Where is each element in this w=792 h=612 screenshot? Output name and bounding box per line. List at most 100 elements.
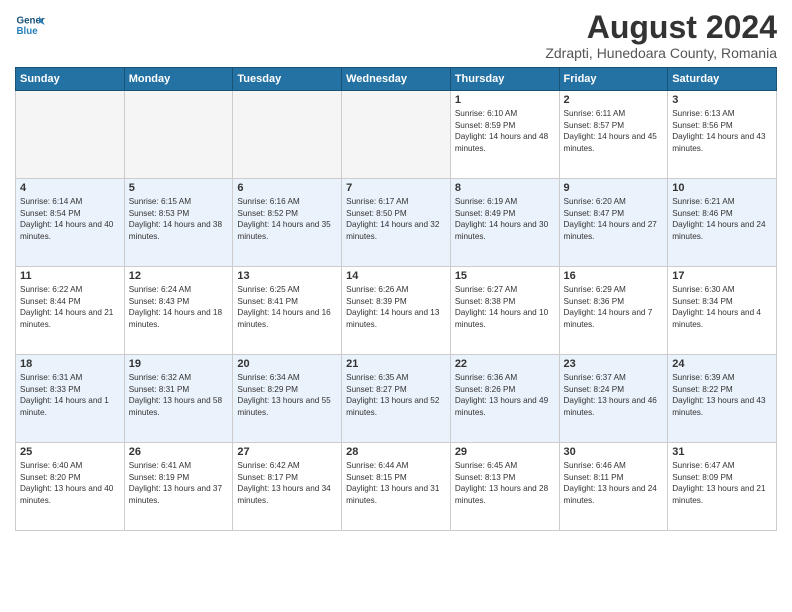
calendar-cell: 30 Sunrise: 6:46 AMSunset: 8:11 PMDaylig…	[559, 443, 668, 531]
day-number: 24	[672, 358, 772, 370]
calendar-cell	[124, 91, 233, 179]
calendar-cell: 18 Sunrise: 6:31 AMSunset: 8:33 PMDaylig…	[16, 355, 125, 443]
calendar-cell: 16 Sunrise: 6:29 AMSunset: 8:36 PMDaylig…	[559, 267, 668, 355]
day-info: Sunrise: 6:46 AMSunset: 8:11 PMDaylight:…	[564, 461, 657, 504]
calendar-cell: 26 Sunrise: 6:41 AMSunset: 8:19 PMDaylig…	[124, 443, 233, 531]
day-number: 21	[346, 358, 446, 370]
page-container: General Blue August 2024 Zdrapti, Hunedo…	[0, 0, 792, 612]
day-info: Sunrise: 6:45 AMSunset: 8:13 PMDaylight:…	[455, 461, 548, 504]
day-number: 14	[346, 270, 446, 282]
day-info: Sunrise: 6:27 AMSunset: 8:38 PMDaylight:…	[455, 285, 548, 328]
calendar-cell: 24 Sunrise: 6:39 AMSunset: 8:22 PMDaylig…	[668, 355, 777, 443]
calendar-week-row: 11 Sunrise: 6:22 AMSunset: 8:44 PMDaylig…	[16, 267, 777, 355]
day-info: Sunrise: 6:47 AMSunset: 8:09 PMDaylight:…	[672, 461, 765, 504]
calendar-cell: 9 Sunrise: 6:20 AMSunset: 8:47 PMDayligh…	[559, 179, 668, 267]
day-info: Sunrise: 6:41 AMSunset: 8:19 PMDaylight:…	[129, 461, 222, 504]
day-number: 12	[129, 270, 229, 282]
calendar-cell: 6 Sunrise: 6:16 AMSunset: 8:52 PMDayligh…	[233, 179, 342, 267]
day-info: Sunrise: 6:13 AMSunset: 8:56 PMDaylight:…	[672, 109, 765, 152]
calendar-cell	[16, 91, 125, 179]
calendar-cell: 10 Sunrise: 6:21 AMSunset: 8:46 PMDaylig…	[668, 179, 777, 267]
day-info: Sunrise: 6:16 AMSunset: 8:52 PMDaylight:…	[237, 197, 330, 240]
day-info: Sunrise: 6:37 AMSunset: 8:24 PMDaylight:…	[564, 373, 657, 416]
day-info: Sunrise: 6:26 AMSunset: 8:39 PMDaylight:…	[346, 285, 439, 328]
day-number: 11	[20, 270, 120, 282]
day-number: 25	[20, 446, 120, 458]
calendar-cell: 19 Sunrise: 6:32 AMSunset: 8:31 PMDaylig…	[124, 355, 233, 443]
day-number: 10	[672, 182, 772, 194]
day-number: 23	[564, 358, 664, 370]
calendar-cell: 20 Sunrise: 6:34 AMSunset: 8:29 PMDaylig…	[233, 355, 342, 443]
day-number: 13	[237, 270, 337, 282]
day-number: 7	[346, 182, 446, 194]
day-info: Sunrise: 6:17 AMSunset: 8:50 PMDaylight:…	[346, 197, 439, 240]
calendar-cell: 28 Sunrise: 6:44 AMSunset: 8:15 PMDaylig…	[342, 443, 451, 531]
calendar-cell: 31 Sunrise: 6:47 AMSunset: 8:09 PMDaylig…	[668, 443, 777, 531]
title-block: August 2024 Zdrapti, Hunedoara County, R…	[545, 10, 777, 61]
day-number: 17	[672, 270, 772, 282]
calendar-cell: 12 Sunrise: 6:24 AMSunset: 8:43 PMDaylig…	[124, 267, 233, 355]
calendar-cell: 15 Sunrise: 6:27 AMSunset: 8:38 PMDaylig…	[450, 267, 559, 355]
day-info: Sunrise: 6:40 AMSunset: 8:20 PMDaylight:…	[20, 461, 113, 504]
day-number: 16	[564, 270, 664, 282]
col-header-wednesday: Wednesday	[342, 68, 451, 91]
calendar-cell: 4 Sunrise: 6:14 AMSunset: 8:54 PMDayligh…	[16, 179, 125, 267]
day-number: 22	[455, 358, 555, 370]
day-info: Sunrise: 6:11 AMSunset: 8:57 PMDaylight:…	[564, 109, 657, 152]
day-number: 19	[129, 358, 229, 370]
day-number: 3	[672, 94, 772, 106]
calendar-cell	[233, 91, 342, 179]
calendar-cell: 11 Sunrise: 6:22 AMSunset: 8:44 PMDaylig…	[16, 267, 125, 355]
day-number: 8	[455, 182, 555, 194]
day-number: 28	[346, 446, 446, 458]
calendar-week-row: 1 Sunrise: 6:10 AMSunset: 8:59 PMDayligh…	[16, 91, 777, 179]
day-info: Sunrise: 6:29 AMSunset: 8:36 PMDaylight:…	[564, 285, 653, 328]
col-header-thursday: Thursday	[450, 68, 559, 91]
day-info: Sunrise: 6:36 AMSunset: 8:26 PMDaylight:…	[455, 373, 548, 416]
day-number: 26	[129, 446, 229, 458]
day-number: 9	[564, 182, 664, 194]
svg-text:Blue: Blue	[17, 26, 39, 37]
calendar-title: August 2024	[545, 10, 777, 45]
day-number: 1	[455, 94, 555, 106]
calendar-subtitle: Zdrapti, Hunedoara County, Romania	[545, 45, 777, 61]
day-number: 20	[237, 358, 337, 370]
calendar-header-row: SundayMondayTuesdayWednesdayThursdayFrid…	[16, 68, 777, 91]
day-number: 18	[20, 358, 120, 370]
day-info: Sunrise: 6:20 AMSunset: 8:47 PMDaylight:…	[564, 197, 657, 240]
calendar-cell: 14 Sunrise: 6:26 AMSunset: 8:39 PMDaylig…	[342, 267, 451, 355]
col-header-sunday: Sunday	[16, 68, 125, 91]
col-header-tuesday: Tuesday	[233, 68, 342, 91]
calendar-cell: 27 Sunrise: 6:42 AMSunset: 8:17 PMDaylig…	[233, 443, 342, 531]
calendar-week-row: 25 Sunrise: 6:40 AMSunset: 8:20 PMDaylig…	[16, 443, 777, 531]
calendar-cell: 3 Sunrise: 6:13 AMSunset: 8:56 PMDayligh…	[668, 91, 777, 179]
col-header-friday: Friday	[559, 68, 668, 91]
day-number: 5	[129, 182, 229, 194]
day-info: Sunrise: 6:10 AMSunset: 8:59 PMDaylight:…	[455, 109, 548, 152]
logo-icon: General Blue	[15, 10, 45, 40]
day-number: 30	[564, 446, 664, 458]
calendar-cell: 7 Sunrise: 6:17 AMSunset: 8:50 PMDayligh…	[342, 179, 451, 267]
day-info: Sunrise: 6:19 AMSunset: 8:49 PMDaylight:…	[455, 197, 548, 240]
calendar-cell: 8 Sunrise: 6:19 AMSunset: 8:49 PMDayligh…	[450, 179, 559, 267]
calendar-cell: 13 Sunrise: 6:25 AMSunset: 8:41 PMDaylig…	[233, 267, 342, 355]
day-number: 31	[672, 446, 772, 458]
day-info: Sunrise: 6:44 AMSunset: 8:15 PMDaylight:…	[346, 461, 439, 504]
day-info: Sunrise: 6:24 AMSunset: 8:43 PMDaylight:…	[129, 285, 222, 328]
day-info: Sunrise: 6:15 AMSunset: 8:53 PMDaylight:…	[129, 197, 222, 240]
col-header-monday: Monday	[124, 68, 233, 91]
day-number: 4	[20, 182, 120, 194]
day-info: Sunrise: 6:14 AMSunset: 8:54 PMDaylight:…	[20, 197, 113, 240]
calendar-cell: 21 Sunrise: 6:35 AMSunset: 8:27 PMDaylig…	[342, 355, 451, 443]
calendar-cell: 25 Sunrise: 6:40 AMSunset: 8:20 PMDaylig…	[16, 443, 125, 531]
calendar-cell: 22 Sunrise: 6:36 AMSunset: 8:26 PMDaylig…	[450, 355, 559, 443]
calendar-cell	[342, 91, 451, 179]
calendar-table: SundayMondayTuesdayWednesdayThursdayFrid…	[15, 67, 777, 531]
calendar-cell: 1 Sunrise: 6:10 AMSunset: 8:59 PMDayligh…	[450, 91, 559, 179]
logo: General Blue	[15, 10, 45, 40]
day-info: Sunrise: 6:30 AMSunset: 8:34 PMDaylight:…	[672, 285, 761, 328]
day-info: Sunrise: 6:25 AMSunset: 8:41 PMDaylight:…	[237, 285, 330, 328]
day-info: Sunrise: 6:22 AMSunset: 8:44 PMDaylight:…	[20, 285, 113, 328]
calendar-week-row: 18 Sunrise: 6:31 AMSunset: 8:33 PMDaylig…	[16, 355, 777, 443]
day-info: Sunrise: 6:34 AMSunset: 8:29 PMDaylight:…	[237, 373, 330, 416]
